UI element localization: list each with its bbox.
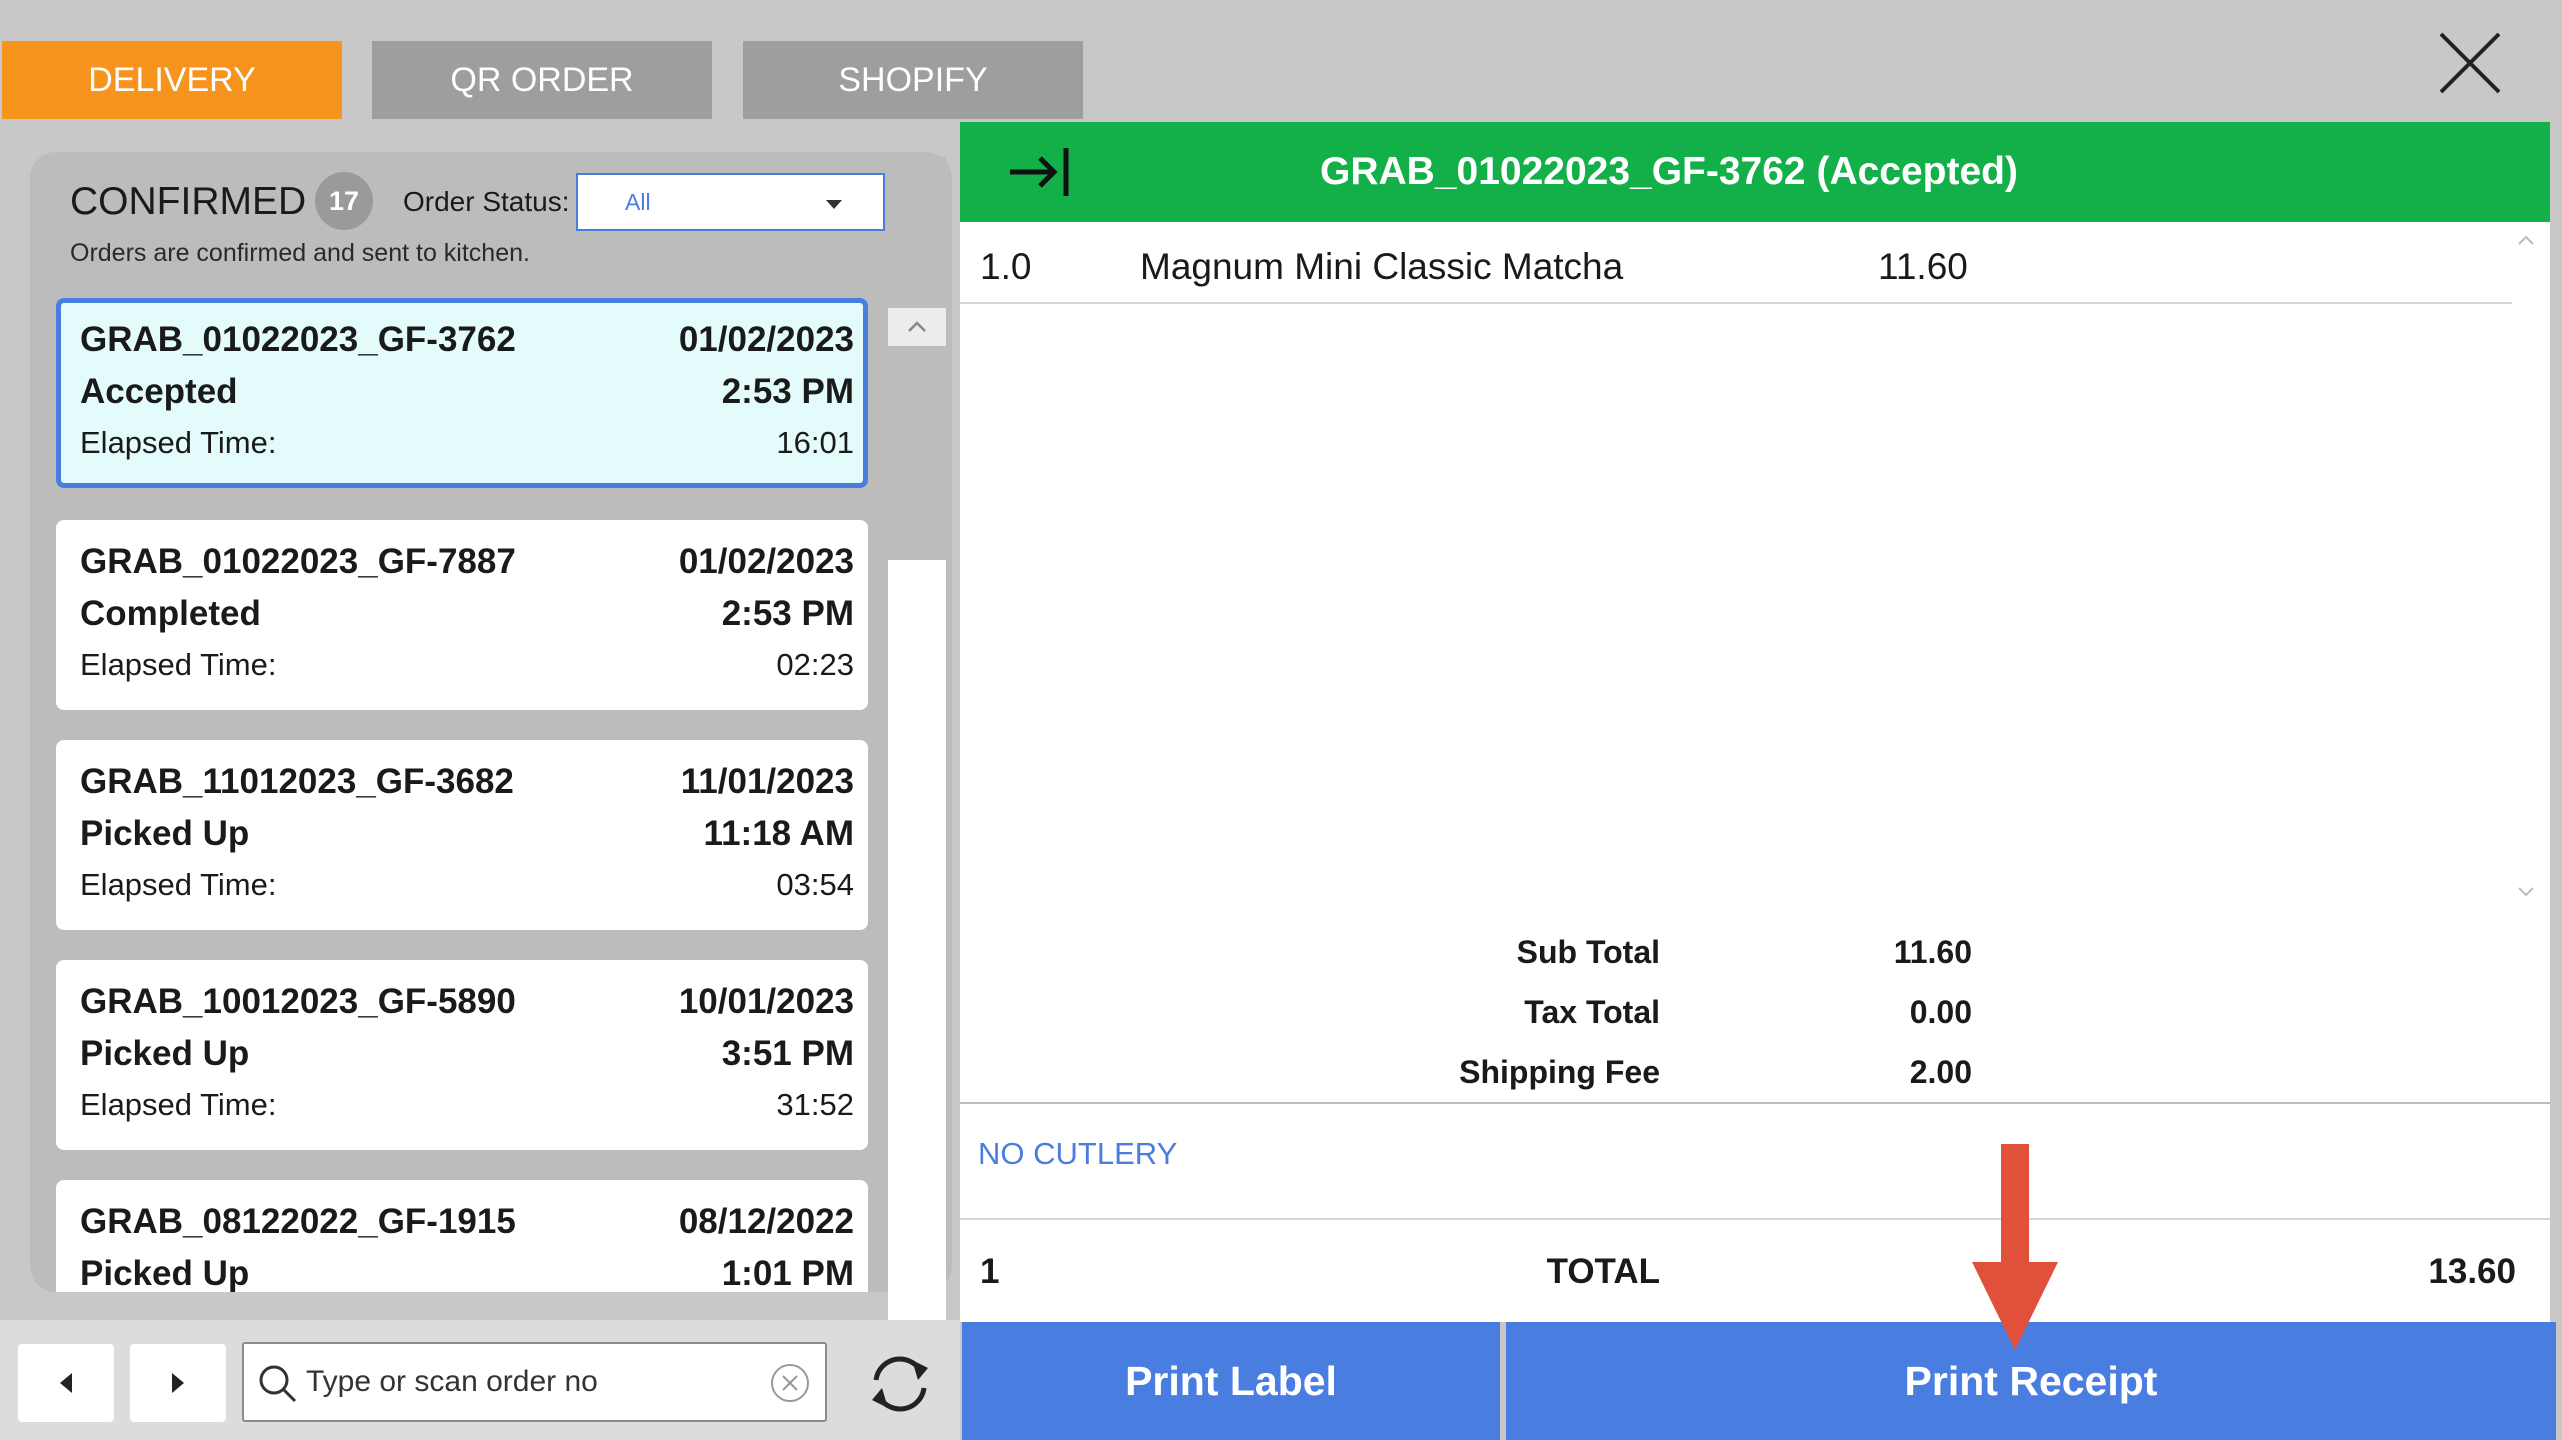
order-status-value: All [625, 188, 651, 215]
order-id: GRAB_11012023_GF-3682 [80, 762, 514, 801]
order-status-label: Order Status: [403, 186, 570, 217]
item-name: Magnum Mini Classic Matcha [1140, 246, 1624, 287]
order-time: 1:01 PM [721, 1254, 854, 1292]
order-list-scrollbar[interactable] [888, 156, 946, 1440]
order-detail-title-text: GRAB_01022023_GF-3762 (Accepted) [1319, 150, 2018, 193]
elapsed-label: Elapsed Time: [80, 867, 277, 902]
order-date: 01/02/2023 [678, 542, 854, 581]
order-date: 01/02/2023 [678, 320, 854, 359]
elapsed-label: Elapsed Time: [80, 647, 277, 682]
order-card[interactable]: GRAB_01022023_GF-7887 01/02/2023 Complet… [56, 520, 868, 710]
summary-row: Sub Total 11.60 [960, 928, 2550, 978]
order-time: 11:18 AM [703, 814, 854, 853]
next-icon [172, 1373, 184, 1393]
order-time: 2:53 PM [721, 372, 854, 411]
order-status: Picked Up [80, 814, 250, 853]
annotation-arrow-icon [1972, 1144, 2058, 1350]
order-card[interactable]: GRAB_08122022_GF-1915 08/12/2022 Picked … [56, 1180, 868, 1292]
order-id: GRAB_01022023_GF-7887 [80, 542, 516, 581]
chevron-up-icon[interactable] [2516, 234, 2536, 246]
refresh-icon[interactable] [862, 1346, 938, 1422]
order-id: GRAB_08122022_GF-1915 [80, 1202, 516, 1241]
chevron-up-icon [908, 321, 926, 332]
order-status: Accepted [80, 372, 238, 411]
elapsed-time: 03:54 [776, 867, 854, 902]
order-status: Picked Up [80, 1254, 250, 1292]
panel-subtitle: Orders are confirmed and sent to kitchen… [70, 239, 530, 267]
order-list: GRAB_01022023_GF-3762 01/02/2023 Accepte… [56, 298, 888, 1292]
scrollbar-track[interactable] [888, 560, 946, 1440]
tab-delivery[interactable]: DELIVERY [2, 41, 342, 119]
tab-shopify[interactable]: SHOPIFY [743, 41, 1083, 119]
order-date: 11/01/2023 [680, 762, 854, 801]
total-value: 13.60 [2428, 1252, 2516, 1291]
next-page-button[interactable] [130, 1344, 226, 1422]
order-count-badge: 17 [315, 172, 373, 230]
total-qty: 1 [980, 1252, 1000, 1291]
order-status: Completed [80, 594, 261, 633]
summary-label: Shipping Fee [1459, 1054, 1660, 1090]
prev-icon [60, 1373, 72, 1393]
elapsed-time: 16:01 [776, 425, 854, 460]
divider [960, 1218, 2550, 1220]
summary-row: Tax Total 0.00 [960, 988, 2550, 1038]
order-detail-header: GRAB_01022023_GF-3762 (Accepted) [960, 122, 2550, 222]
summary-row: Shipping Fee 2.00 [960, 1048, 2550, 1098]
clear-icon[interactable] [769, 1362, 811, 1404]
summary-value: 11.60 [1893, 934, 1972, 970]
order-status: Picked Up [80, 1034, 250, 1073]
item-price: 11.60 [1878, 246, 1968, 287]
order-note: NO CUTLERY [978, 1136, 1178, 1171]
summary-value: 0.00 [1909, 994, 1972, 1030]
order-card[interactable]: GRAB_01022023_GF-3762 01/02/2023 Accepte… [56, 298, 868, 488]
summary-label: Tax Total [1524, 994, 1660, 1030]
order-card[interactable]: GRAB_10012023_GF-5890 10/01/2023 Picked … [56, 960, 868, 1150]
dropdown-caret-icon [826, 200, 842, 209]
scroll-up-button[interactable] [888, 308, 946, 346]
search-icon [259, 1365, 297, 1403]
item-qty: 1.0 [980, 246, 1032, 287]
tab-qr-order[interactable]: QR ORDER [372, 41, 712, 119]
order-status-select[interactable]: All [576, 173, 885, 231]
order-id: GRAB_10012023_GF-5890 [80, 982, 516, 1021]
search-box [242, 1342, 827, 1422]
elapsed-label: Elapsed Time: [80, 1087, 277, 1122]
order-time: 2:53 PM [721, 594, 854, 633]
close-icon[interactable] [2435, 28, 2505, 98]
total-label: TOTAL [1546, 1252, 1660, 1291]
order-date: 08/12/2022 [678, 1202, 854, 1241]
print-label-button[interactable]: Print Label [962, 1322, 1500, 1440]
search-input[interactable] [306, 1344, 746, 1420]
order-card[interactable]: GRAB_11012023_GF-3682 11/01/2023 Picked … [56, 740, 868, 930]
summary-value: 2.00 [1909, 1054, 1972, 1090]
order-time: 3:51 PM [721, 1034, 854, 1073]
elapsed-time: 02:23 [776, 647, 854, 682]
order-detail-panel: GRAB_01022023_GF-3762 (Accepted) 1.0 Mag… [960, 122, 2550, 1322]
bottom-toolbar [0, 1320, 960, 1440]
elapsed-label: Elapsed Time: [80, 425, 277, 460]
chevron-down-icon[interactable] [2516, 886, 2536, 898]
order-date: 10/01/2023 [678, 982, 854, 1021]
order-list-panel: CONFIRMED 17 Order Status: All Orders ar… [30, 152, 952, 1292]
panel-title: CONFIRMED [70, 180, 307, 223]
summary-label: Sub Total [1516, 934, 1660, 970]
order-id: GRAB_01022023_GF-3762 [80, 320, 516, 359]
line-item[interactable]: 1.0 Magnum Mini Classic Matcha 11.60 [960, 222, 2512, 304]
order-detail-title: GRAB_01022023_GF-3762 (Accepted) [960, 122, 2550, 222]
divider [960, 1102, 2550, 1104]
prev-page-button[interactable] [18, 1344, 114, 1422]
elapsed-time: 31:52 [776, 1087, 854, 1122]
